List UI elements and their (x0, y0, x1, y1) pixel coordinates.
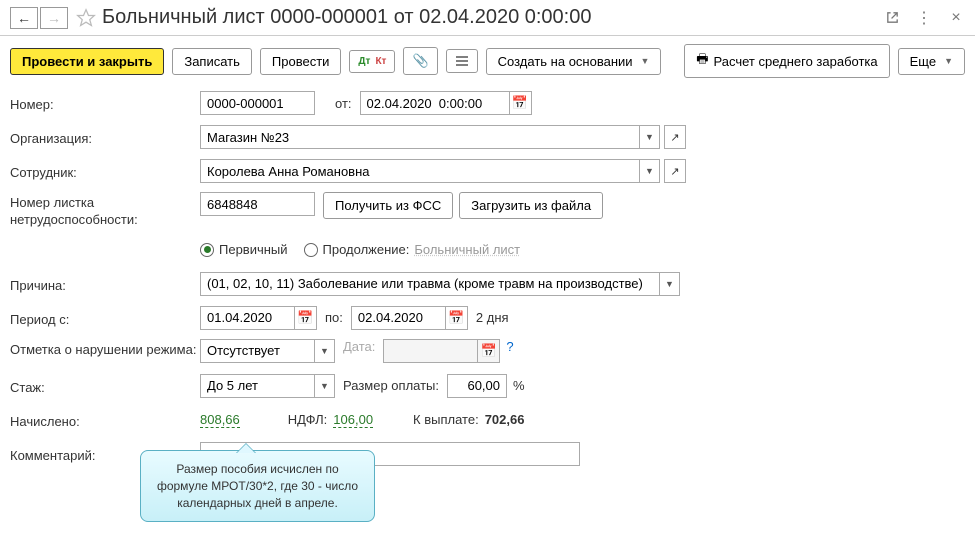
period-from-input[interactable] (200, 306, 295, 330)
save-button[interactable]: Записать (172, 48, 252, 75)
org-input[interactable] (200, 125, 640, 149)
calendar-icon: 📅 (481, 343, 497, 359)
org-open-button[interactable]: ↗ (664, 125, 686, 149)
external-link-icon[interactable] (883, 9, 901, 27)
close-icon[interactable]: × (947, 9, 965, 27)
attachment-button[interactable]: 📎 (403, 47, 437, 75)
nav-back-button[interactable]: ← (10, 7, 38, 29)
kebab-menu-icon[interactable]: ⋮ (915, 9, 933, 27)
ndfl-label: НДФЛ: (288, 412, 328, 427)
sheet-number-input[interactable] (200, 192, 315, 216)
violation-dropdown-button[interactable]: ▼ (315, 339, 335, 363)
tooltip-callout: Размер пособия исчислен по формуле МРОТ/… (140, 450, 375, 522)
dt-kt-button[interactable]: ДтКт (349, 50, 395, 73)
pay-rate-percent: % (513, 378, 525, 393)
print-icon: 🖶 (696, 50, 708, 72)
experience-label: Стаж: (10, 377, 200, 395)
help-icon[interactable]: ? (506, 339, 513, 354)
period-label: Период с: (10, 309, 200, 327)
reason-dropdown-button[interactable]: ▼ (660, 272, 680, 296)
accrued-link[interactable]: 808,66 (200, 412, 240, 428)
calendar-icon: 📅 (448, 310, 464, 326)
continuation-link: Больничный лист (414, 242, 520, 257)
pay-rate-input[interactable] (447, 374, 507, 398)
calendar-icon: 📅 (512, 95, 528, 111)
violation-label: Отметка о нарушении режима: (10, 339, 200, 359)
employee-input[interactable] (200, 159, 640, 183)
avg-salary-button[interactable]: 🖶Расчет среднего заработка (684, 44, 889, 78)
nav-forward-button[interactable]: → (40, 7, 68, 29)
date-input[interactable] (360, 91, 510, 115)
post-and-close-button[interactable]: Провести и закрыть (10, 48, 164, 75)
period-to-calendar-button[interactable]: 📅 (446, 306, 468, 330)
number-input[interactable] (200, 91, 315, 115)
list-button[interactable] (446, 49, 478, 73)
accrued-label: Начислено: (10, 411, 200, 429)
violation-input[interactable] (200, 339, 315, 363)
employee-dropdown-button[interactable]: ▼ (640, 159, 660, 183)
radio-continuation[interactable]: Продолжение: Больничный лист (304, 242, 521, 257)
experience-dropdown-button[interactable]: ▼ (315, 374, 335, 398)
org-dropdown-button[interactable]: ▼ (640, 125, 660, 149)
violation-date-calendar-button: 📅 (478, 339, 500, 363)
calendar-icon: 📅 (297, 310, 313, 326)
emp-label: Сотрудник: (10, 162, 200, 180)
period-to-label: по: (325, 310, 343, 325)
open-icon: ↗ (670, 165, 679, 178)
post-button[interactable]: Провести (260, 48, 342, 75)
chevron-down-icon: ▼ (641, 56, 650, 66)
period-from-calendar-button[interactable]: 📅 (295, 306, 317, 330)
violation-date-label: Дата: (343, 339, 375, 354)
from-label: от: (335, 96, 352, 111)
violation-date-input (383, 339, 478, 363)
favorite-star-icon[interactable] (76, 8, 96, 28)
reason-label: Причина: (10, 275, 200, 293)
number-label: Номер: (10, 94, 200, 112)
sheet-number-label: Номер листка нетрудоспособности: (10, 192, 200, 229)
to-pay-value: 702,66 (485, 412, 525, 427)
chevron-down-icon: ▼ (944, 56, 953, 66)
calendar-button[interactable]: 📅 (510, 91, 532, 115)
period-days: 2 дня (476, 310, 509, 325)
pay-rate-label: Размер оплаты: (343, 378, 439, 393)
load-from-file-button[interactable]: Загрузить из файла (459, 192, 603, 219)
ndfl-link[interactable]: 106,00 (333, 412, 373, 428)
more-button[interactable]: Еще▼ (898, 48, 965, 75)
create-based-on-button[interactable]: Создать на основании▼ (486, 48, 662, 75)
page-title: Больничный лист 0000-000001 от 02.04.202… (102, 6, 883, 29)
radio-primary[interactable]: Первичный (200, 242, 288, 257)
experience-input[interactable] (200, 374, 315, 398)
org-label: Организация: (10, 128, 200, 146)
to-pay-label: К выплате: (413, 412, 479, 427)
list-icon (455, 55, 469, 67)
period-to-input[interactable] (351, 306, 446, 330)
employee-open-button[interactable]: ↗ (664, 159, 686, 183)
paperclip-icon: 📎 (412, 53, 428, 69)
reason-input[interactable] (200, 272, 660, 296)
get-from-fss-button[interactable]: Получить из ФСС (323, 192, 453, 219)
open-icon: ↗ (670, 131, 679, 144)
